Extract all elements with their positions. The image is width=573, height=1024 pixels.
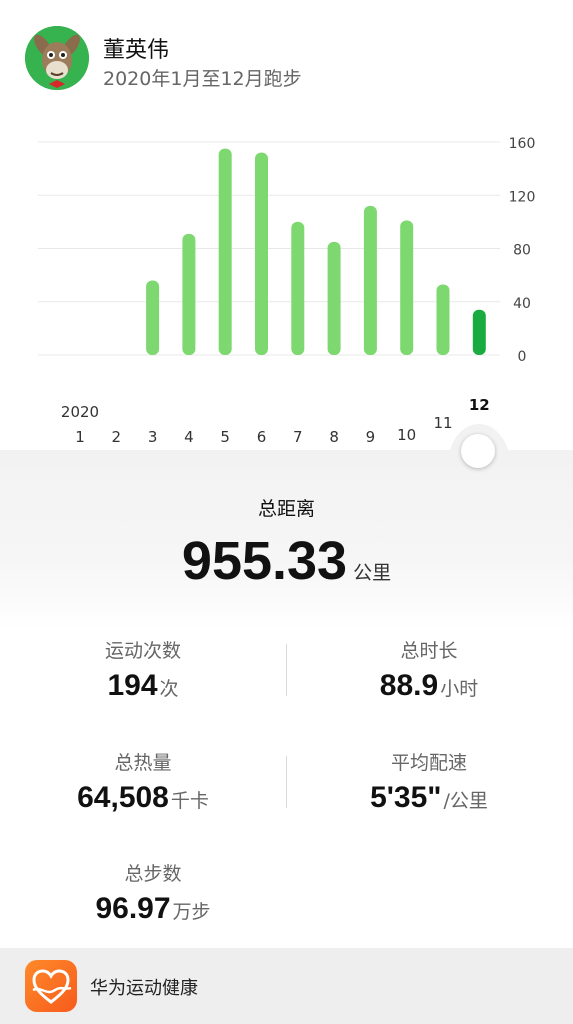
total-distance-unit: 公里 xyxy=(353,562,392,584)
bar-month-8[interactable] xyxy=(327,241,341,355)
bar-month-11[interactable] xyxy=(436,284,450,355)
bar-month-5[interactable] xyxy=(218,148,232,355)
stat-count-unit: 次 xyxy=(159,678,179,700)
app-footer[interactable]: 华为运动健康 xyxy=(0,948,573,1024)
stat-duration-unit: 小时 xyxy=(440,678,479,700)
avatar[interactable] xyxy=(25,26,89,90)
year-label: 2020 xyxy=(61,403,99,421)
x-tick-label[interactable]: 5 xyxy=(220,428,230,446)
stat-calories-value: 64,508 xyxy=(77,781,169,814)
x-tick-label[interactable]: 12 xyxy=(469,396,490,414)
y-tick-label: 160 xyxy=(509,136,536,152)
stat-count-label: 运动次数 xyxy=(104,640,181,662)
stat-duration-value: 88.9 xyxy=(379,669,439,702)
x-tick-label[interactable]: 3 xyxy=(148,428,158,446)
app-name: 华为运动健康 xyxy=(90,978,198,999)
x-tick-label[interactable]: 11 xyxy=(433,414,452,432)
stat-calories-label: 总热量 xyxy=(114,752,172,774)
total-distance: 955.33 公里 xyxy=(0,530,573,592)
y-tick-label: 0 xyxy=(518,349,527,365)
x-tick-label[interactable]: 9 xyxy=(366,428,376,446)
bar-chart-svg[interactable]: 040801201601 2 3 4 5 6 7 8 9 1011122020 xyxy=(0,118,573,458)
stat-calories-unit: 千卡 xyxy=(170,790,209,812)
x-tick-label[interactable]: 2 xyxy=(112,428,122,446)
y-tick-label: 120 xyxy=(509,189,536,205)
bar-month-10[interactable] xyxy=(400,220,414,355)
stat-pace-value: 5'35" xyxy=(370,781,442,814)
total-distance-label: 总距离 xyxy=(257,498,315,520)
x-tick-label[interactable]: 1 xyxy=(75,428,85,446)
stat-steps-unit: 万步 xyxy=(172,901,211,923)
stat-steps-value: 96.97 xyxy=(95,892,171,925)
stat-count-value: 194 xyxy=(107,669,158,702)
bar-month-3[interactable] xyxy=(146,280,160,355)
stat-steps: 总步数 96.97 万步 xyxy=(10,859,296,926)
stat-pace-label: 平均配速 xyxy=(390,752,467,774)
bar-month-7[interactable] xyxy=(291,221,305,355)
stat-steps-label: 总步数 xyxy=(124,863,182,885)
selection-handle[interactable] xyxy=(461,434,495,468)
x-tick-label[interactable]: 6 xyxy=(257,428,267,446)
user-name: 董英伟 xyxy=(103,38,170,63)
stat-pace: 平均配速 5'35"/公里 xyxy=(286,748,572,815)
profile-header: 董英伟 2020年1月至12月跑步 xyxy=(0,0,573,120)
stat-duration: 总时长 88.9 小时 xyxy=(286,636,572,703)
donkey-avatar-icon xyxy=(25,26,89,90)
y-tick-label: 80 xyxy=(513,243,531,259)
bar-month-6[interactable] xyxy=(255,152,268,355)
stat-pace-unit: /公里 xyxy=(443,790,488,812)
bar-month-4[interactable] xyxy=(182,233,196,355)
x-tick-label[interactable]: 10 xyxy=(397,426,416,444)
monthly-distance-chart[interactable]: 0 40 80 120 160 1 2 3 4 5 6 7 8 9 10 11 12 2020 xyxy=(0,118,573,458)
stat-count: 运动次数 194 次 xyxy=(0,636,286,703)
bar-month-9[interactable] xyxy=(363,205,377,355)
x-tick-label[interactable]: 7 xyxy=(293,428,303,446)
heart-icon xyxy=(32,969,72,1004)
x-tick-label[interactable]: 4 xyxy=(184,428,194,446)
stat-duration-label: 总时长 xyxy=(400,640,458,662)
stat-calories: 总热量 64,508 千卡 xyxy=(0,748,286,815)
y-tick-label: 40 xyxy=(513,296,531,312)
total-distance-value: 955.33 xyxy=(181,531,348,591)
x-tick-label[interactable]: 8 xyxy=(329,428,339,446)
heart-health-icon[interactable] xyxy=(25,960,77,1012)
period-subtitle: 2020年1月至12月跑步 xyxy=(103,68,302,90)
